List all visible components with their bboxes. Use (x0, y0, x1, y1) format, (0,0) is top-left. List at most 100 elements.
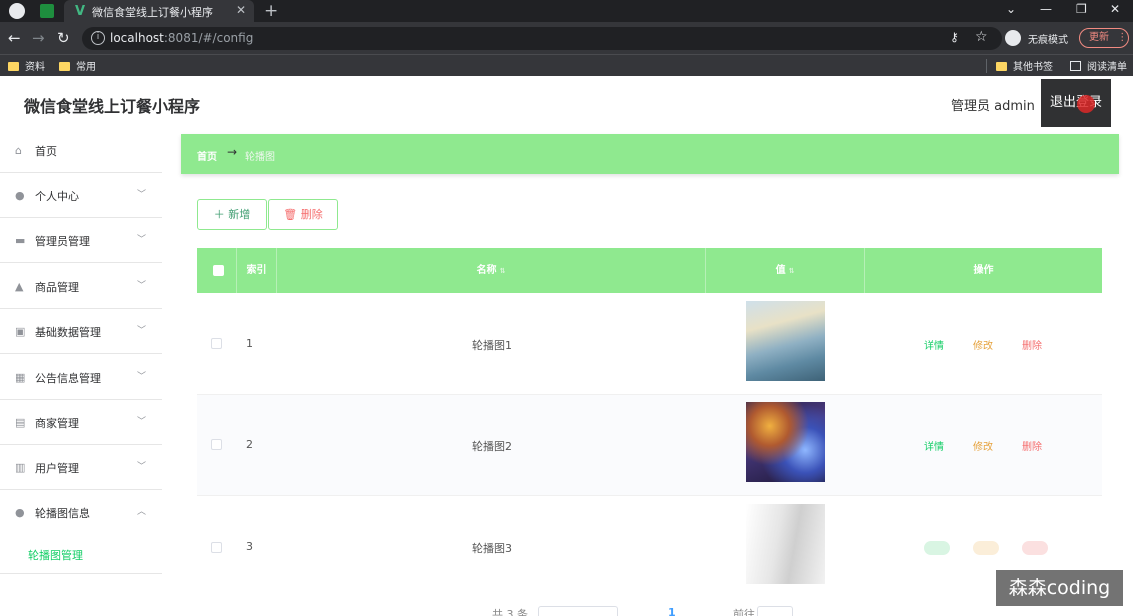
sort-icon[interactable]: ⇅ (500, 267, 506, 275)
tab-title: 微信食堂线上订餐小程序 (92, 6, 213, 19)
breadcrumb-current: 轮播图 (245, 152, 275, 163)
sheets-tab-icon[interactable] (40, 4, 54, 18)
row-checkbox[interactable] (211, 338, 222, 349)
row-checkbox[interactable] (211, 439, 222, 450)
sidebar-item-personal-center[interactable]: ● 个人中心 ﹀ (0, 173, 162, 218)
sidebar-item-merchant-management[interactable]: ▤ 商家管理 ﹀ (0, 400, 162, 445)
carousel-image-thumbnail[interactable] (746, 301, 825, 381)
detail-link-placeholder[interactable] (924, 541, 950, 555)
maximize-icon[interactable]: ❐ (1076, 2, 1087, 16)
site-info-icon[interactable]: i (91, 31, 105, 45)
page-size-select[interactable] (538, 606, 618, 616)
browser-tab-active[interactable]: V 微信食堂线上订餐小程序 ✕ (64, 0, 254, 22)
folder-icon (59, 62, 70, 71)
chevron-down-icon: ﹀ (137, 326, 147, 336)
sidebar-item-basic-data[interactable]: ▣ 基础数据管理 ﹀ (0, 309, 162, 354)
chevron-up-icon: ︿ (137, 507, 147, 517)
bookmark-star-icon[interactable]: ☆ (975, 29, 988, 45)
plus-icon: ＋ (213, 208, 225, 221)
carousel-image-thumbnail[interactable] (746, 504, 825, 584)
breadcrumb-home[interactable]: 首页 (197, 148, 217, 163)
carousel-image-thumbnail[interactable] (746, 402, 825, 482)
grid-icon: ▦ (15, 371, 26, 384)
select-all-checkbox[interactable] (213, 265, 224, 276)
tab-close-icon[interactable]: ✕ (236, 3, 246, 17)
window-close-icon: ✕ (1110, 2, 1121, 16)
bookmarks-bar: 资料 常用 其他书签 阅读清单 (0, 54, 1133, 76)
app-title: 微信食堂线上订餐小程序 (24, 97, 201, 116)
edit-link[interactable]: 修改 (973, 337, 993, 352)
password-key-icon[interactable]: ⚷ (950, 30, 959, 44)
row-name: 轮播图2 (472, 440, 512, 453)
logout-button[interactable]: 退出登录 (1041, 79, 1111, 127)
bookmark-folder-changyong[interactable]: 常用 (59, 58, 96, 73)
column-header-label: 名称 (476, 265, 497, 276)
globe-icon[interactable] (9, 3, 25, 19)
sidebar-subitem-label: 轮播图管理 (28, 549, 83, 562)
home-icon: ⌂ (15, 144, 22, 157)
sort-icon[interactable]: ⇅ (789, 267, 795, 275)
new-tab-icon[interactable]: + (264, 1, 278, 21)
reading-list-icon (1070, 61, 1081, 71)
folder-icon (8, 62, 19, 71)
sidebar-subitem-carousel-management[interactable]: 轮播图管理 (0, 534, 162, 574)
row-index: 2 (246, 438, 253, 451)
reading-list[interactable]: 阅读清单 (1070, 58, 1127, 73)
thumb-icon: ▲ (15, 280, 24, 293)
row-checkbox[interactable] (211, 542, 222, 553)
sidebar-item-label: 个人中心 (35, 190, 79, 203)
sidebar-item-goods-management[interactable]: ▲ 商品管理 ﹀ (0, 264, 162, 309)
minimize-icon[interactable]: — (1040, 2, 1052, 16)
sidebar-item-notice-management[interactable]: ▦ 公告信息管理 ﹀ (0, 355, 162, 400)
header-select-cell (197, 248, 237, 293)
incognito-icon (1005, 30, 1021, 46)
delete-button[interactable]: 🗑 删除 (268, 199, 338, 230)
column-header-index: 索引 (237, 248, 277, 293)
admin-label: 管理员 admin (951, 99, 1035, 114)
delete-link-placeholder[interactable] (1022, 541, 1048, 555)
page-jump-input[interactable] (757, 606, 793, 616)
chevron-down-icon: ﹀ (137, 462, 147, 472)
column-header-label: 操作 (973, 265, 994, 276)
chevron-down-icon: ﹀ (137, 235, 147, 245)
back-icon[interactable]: ← (8, 29, 21, 47)
sidebar-item-label: 用户管理 (35, 462, 79, 475)
chevron-down-icon: ﹀ (137, 417, 147, 427)
user-icon: ● (15, 506, 25, 519)
table-header: 索引 名称 ⇅ 值 ⇅ 操作 (197, 248, 1102, 293)
column-header-label: 索引 (246, 265, 267, 276)
sidebar-item-label: 商品管理 (35, 281, 79, 294)
bookmark-folder-other[interactable]: 其他书签 (996, 58, 1053, 73)
column-header-name[interactable]: 名称 ⇅ (277, 248, 706, 293)
sidebar-item-home[interactable]: ⌂ 首页 (0, 128, 162, 173)
url-input[interactable]: i localhost:8081/#/config ⚷ ☆ (82, 27, 1002, 50)
sidebar-item-user-management[interactable]: ▥ 用户管理 ﹀ (0, 445, 162, 490)
add-button[interactable]: ＋ 新增 (197, 199, 267, 230)
delete-link[interactable]: 删除 (1022, 337, 1042, 352)
forward-icon[interactable]: → (32, 29, 45, 47)
sidebar-item-label: 基础数据管理 (35, 326, 101, 339)
sidebar-item-label: 公告信息管理 (35, 372, 101, 385)
edit-link[interactable]: 修改 (973, 438, 993, 453)
edit-link-placeholder[interactable] (973, 541, 999, 555)
update-button[interactable]: 更新 ⋮ (1079, 28, 1129, 48)
window-close-button[interactable]: ✕ (1097, 0, 1133, 22)
tab-search-icon[interactable]: ⌄ (1006, 2, 1016, 16)
column-header-value[interactable]: 值 ⇅ (706, 248, 865, 293)
watermark: 森森coding (996, 570, 1123, 606)
row-index: 1 (246, 337, 253, 350)
reload-icon[interactable]: ↻ (57, 29, 70, 47)
more-menu-icon: ⋮ (1117, 32, 1128, 43)
sidebar-item-admin-management[interactable]: ▬ 管理员管理 ﹀ (0, 218, 162, 263)
url-text: localhost:8081/#/config (110, 31, 254, 45)
page-number-current[interactable]: 1 (668, 606, 676, 616)
detail-link[interactable]: 详情 (924, 337, 944, 352)
detail-link[interactable]: 详情 (924, 438, 944, 453)
bookmark-folder-ziliao[interactable]: 资料 (8, 58, 45, 73)
delete-link[interactable]: 删除 (1022, 438, 1042, 453)
chevron-down-icon: ﹀ (137, 281, 147, 291)
sidebar-item-carousel-info[interactable]: ● 轮播图信息 ︿ (0, 490, 162, 535)
chevron-down-icon: ﹀ (137, 372, 147, 382)
browser-tab-bar: V 微信食堂线上订餐小程序 ✕ + ⌄ — ❐ ✕ (0, 0, 1133, 22)
breadcrumb: 首页 → 轮播图 (181, 134, 1119, 174)
